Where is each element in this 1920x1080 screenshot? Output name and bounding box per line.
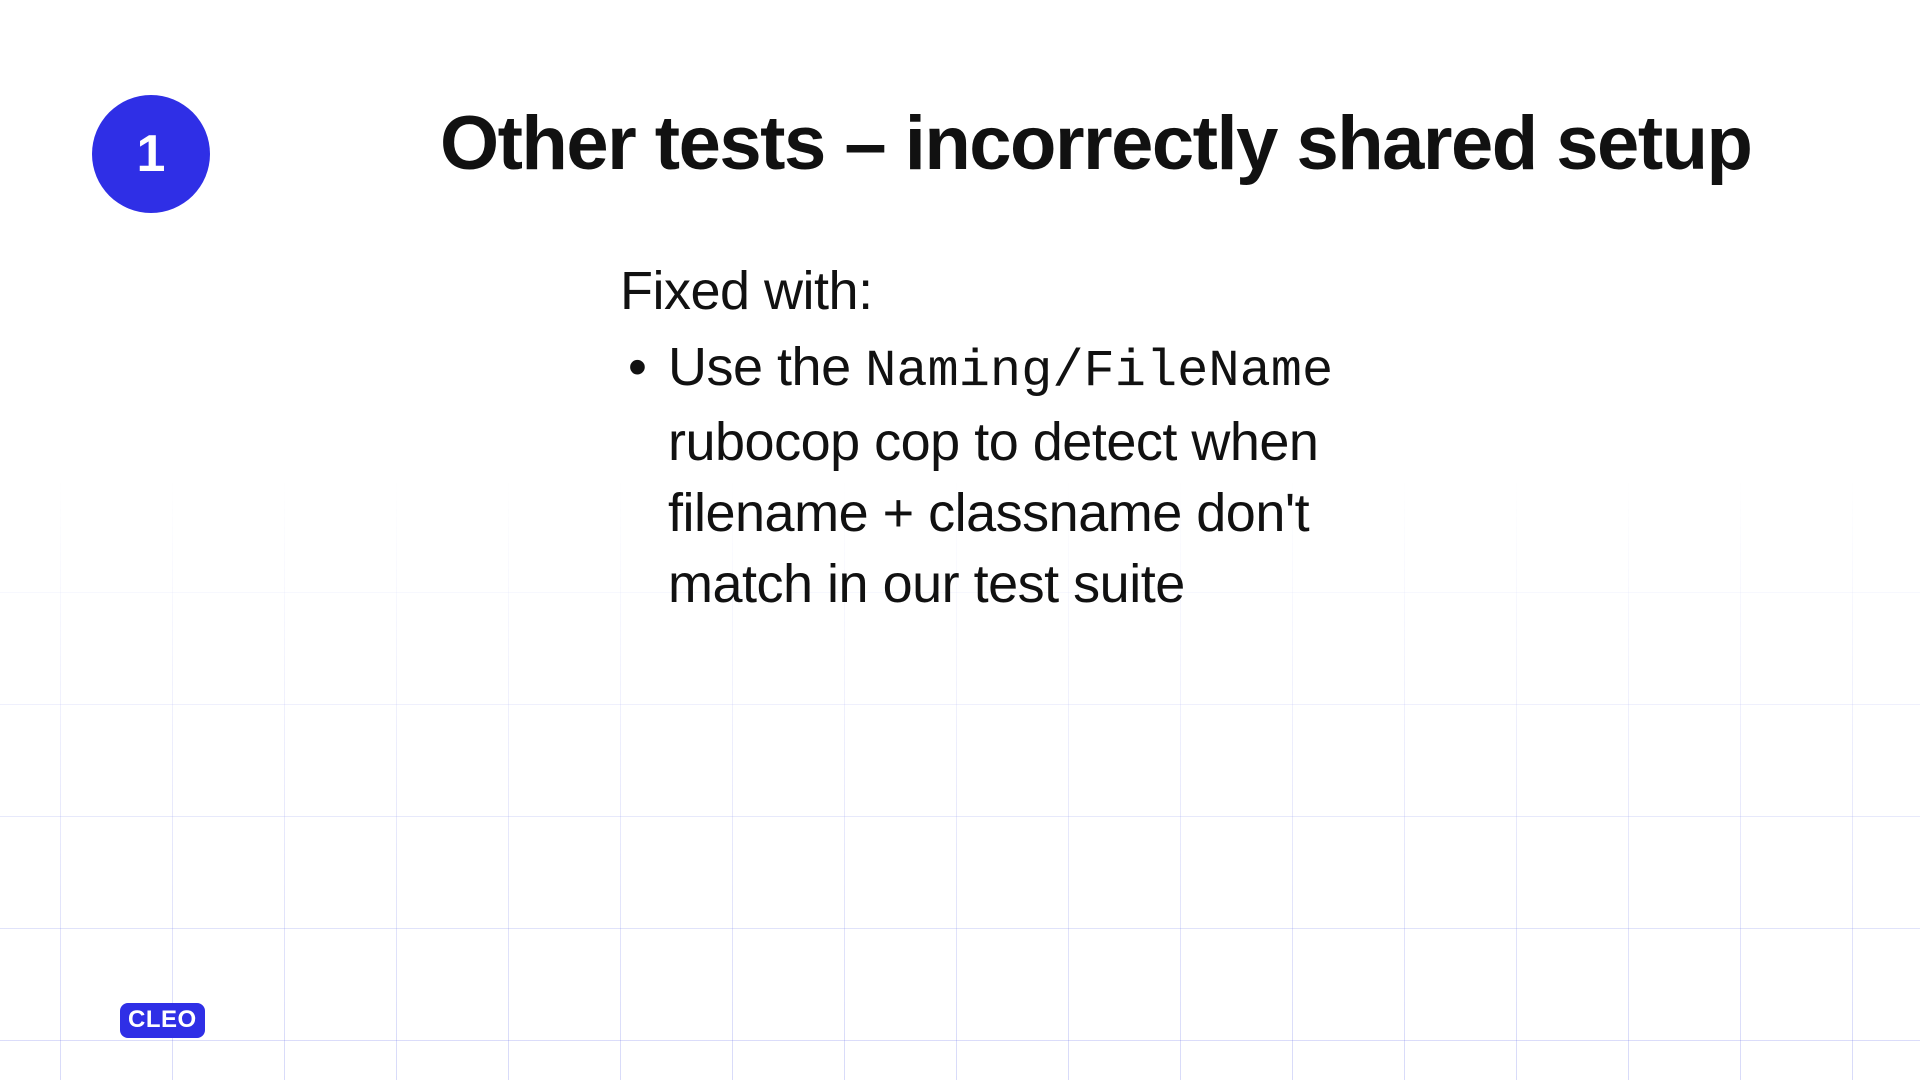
slide: 1 Other tests – incorrectly shared setup… <box>0 0 1920 1080</box>
bullet-text-prefix: Use the <box>668 337 865 397</box>
bullet-code: Naming/FileName <box>865 342 1333 401</box>
slide-number: 1 <box>137 124 166 184</box>
brand-logo: CLEO <box>120 1003 205 1038</box>
content-lead: Fixed with: <box>620 260 1440 322</box>
bullet-list: Use the Naming/FileName rubocop cop to d… <box>620 332 1440 620</box>
slide-title: Other tests – incorrectly shared setup <box>440 100 1751 187</box>
bullet-item: Use the Naming/FileName rubocop cop to d… <box>620 332 1440 620</box>
slide-content: Fixed with: Use the Naming/FileName rubo… <box>620 260 1440 620</box>
bullet-text-rest: rubocop cop to detect when filename + cl… <box>668 412 1318 615</box>
slide-number-badge: 1 <box>92 95 210 213</box>
